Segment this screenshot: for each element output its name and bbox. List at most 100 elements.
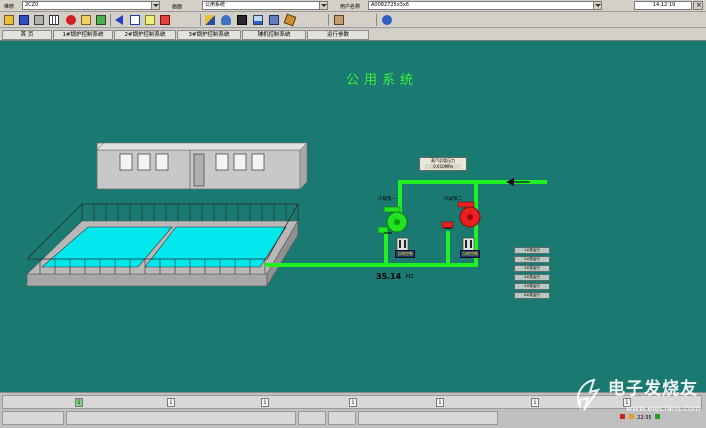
chart-icon: [253, 15, 263, 25]
pump-button-2[interactable]: 2#泵运行: [514, 256, 550, 263]
tab-auxiliary[interactable]: 辅机控制系统: [242, 30, 306, 40]
check-button[interactable]: [94, 13, 108, 27]
system-tray: 22:35: [620, 414, 661, 421]
export-button[interactable]: [332, 13, 346, 27]
watermark-title: 电子发烧友: [608, 379, 698, 399]
status-cell: [2, 411, 64, 425]
tab-boiler-2[interactable]: 2#锅炉控制系统: [114, 30, 176, 40]
chart-button[interactable]: [251, 13, 265, 27]
window-button[interactable]: [128, 13, 142, 27]
grid-button[interactable]: [47, 13, 61, 27]
info-button-6[interactable]: i: [531, 398, 539, 407]
pen-button[interactable]: [283, 13, 297, 27]
chevron-down-icon[interactable]: [151, 2, 159, 9]
print-button[interactable]: [32, 13, 46, 27]
user-icon: [221, 15, 231, 25]
pump-2-status[interactable]: 当地控制: [460, 250, 480, 258]
chevron-down-icon[interactable]: [319, 2, 327, 9]
tab-label: 辅机控制系统: [257, 32, 291, 38]
monitor-icon: [269, 15, 279, 25]
pressure-label: 蒸汽总管压力: [431, 158, 455, 163]
check-icon: [96, 15, 106, 25]
pen-icon: [283, 13, 297, 27]
trend-button[interactable]: [203, 13, 217, 27]
help-button[interactable]: [380, 13, 394, 27]
pump-1-label: 冷却泵一: [378, 197, 396, 202]
pressure-value: 0.010MPa: [425, 164, 461, 169]
tab-parameters[interactable]: 运行参数: [307, 30, 369, 40]
folder-button[interactable]: [79, 13, 93, 27]
report-button[interactable]: [235, 13, 249, 27]
chevron-down-icon[interactable]: [593, 2, 601, 9]
pump-button-3[interactable]: 3#泵运行: [514, 265, 550, 272]
report-icon: [237, 15, 247, 25]
clock-display: 14:12:19: [634, 1, 692, 10]
folder-icon: [81, 15, 91, 25]
note-button[interactable]: [143, 13, 157, 27]
save-icon: [19, 15, 29, 25]
close-icon: ×: [696, 1, 702, 9]
field2-value: 公用系统: [205, 2, 226, 8]
navigation-tabs: 首 页 1#锅炉控制系统 2#锅炉控制系统 3#锅炉控制系统 辅机控制系统 运行…: [0, 29, 706, 41]
user-button[interactable]: [219, 13, 233, 27]
tab-label: 首 页: [20, 32, 34, 38]
pump-2-label: 冷却泵二: [444, 197, 462, 202]
back-button[interactable]: [113, 13, 127, 27]
open-button[interactable]: [2, 13, 16, 27]
tab-boiler-1[interactable]: 1#锅炉控制系统: [53, 30, 113, 40]
info-button-2[interactable]: i: [167, 398, 175, 407]
pump-button-6[interactable]: 6#泵运行: [514, 292, 550, 299]
info-button-4[interactable]: i: [349, 398, 357, 407]
save-button[interactable]: [17, 13, 31, 27]
watermark-url: www.elecfans.com: [626, 404, 701, 413]
window-icon: [130, 15, 140, 25]
field2-label: 画面: [172, 4, 183, 10]
field2-select[interactable]: 公用系统: [202, 1, 328, 10]
alarm-icon: [66, 15, 76, 25]
field1-value: 2CZ0: [25, 2, 39, 8]
status-cell: [328, 411, 356, 425]
pump-button-5[interactable]: 5#泵运行: [514, 283, 550, 290]
pump-1[interactable]: [377, 206, 408, 234]
flow-arrow-icon: [506, 178, 514, 186]
stop-icon: [160, 15, 170, 25]
field3-label: 用户名称: [340, 4, 361, 10]
tray-icon[interactable]: [620, 414, 625, 419]
icon-toolbar: [0, 12, 706, 28]
top-status-bar: 维修 2CZ0 画面 公用系统 用户名称 A0082725x3x6 14:12:…: [0, 0, 706, 12]
info-button-3[interactable]: i: [261, 398, 269, 407]
tab-home[interactable]: 首 页: [2, 30, 52, 40]
pressure-display: 蒸汽总管压力 0.010MPa: [419, 157, 467, 171]
watermark-logo-icon: [576, 378, 601, 411]
monitor-button[interactable]: [267, 13, 281, 27]
alarm-button[interactable]: [64, 13, 78, 27]
tab-label: 运行参数: [326, 32, 349, 38]
frequency-unit: Hz: [406, 273, 414, 280]
process-diagram: [26, 142, 547, 288]
tab-label: 2#锅炉控制系统: [124, 32, 166, 38]
info-button-1[interactable]: i: [75, 398, 83, 407]
cooling-pool: [26, 203, 299, 288]
tab-label: 1#锅炉控制系统: [62, 32, 104, 38]
pump-1-status[interactable]: 当地控制: [395, 250, 415, 258]
tray-icon[interactable]: [628, 414, 634, 419]
export-icon: [334, 15, 344, 25]
info-button-5[interactable]: i: [436, 398, 444, 407]
field1-select[interactable]: 2CZ0: [22, 1, 160, 10]
field3-select[interactable]: A0082725x3x6: [368, 1, 602, 10]
tab-boiler-3[interactable]: 3#锅炉控制系统: [177, 30, 241, 40]
tray-icon[interactable]: [655, 414, 661, 419]
status-cell: [298, 411, 326, 425]
pump-2[interactable]: [441, 201, 481, 229]
close-button[interactable]: ×: [693, 1, 703, 10]
status-cell: [66, 411, 296, 425]
pump-house-building: [96, 142, 308, 190]
stop-button[interactable]: [158, 13, 172, 27]
pump-button-4[interactable]: 4#泵运行: [514, 274, 550, 281]
status-cell: [358, 411, 498, 425]
frequency-value: 35.14: [376, 272, 402, 281]
trend-icon: [205, 15, 215, 25]
process-canvas: 公用系统 蒸汽总管压力 0.010MPa 冷却泵一 冷却泵二 当地控制 当地控制…: [0, 41, 706, 392]
pump-button-1[interactable]: 1#泵运行: [514, 247, 550, 254]
grid-icon: [49, 15, 59, 25]
